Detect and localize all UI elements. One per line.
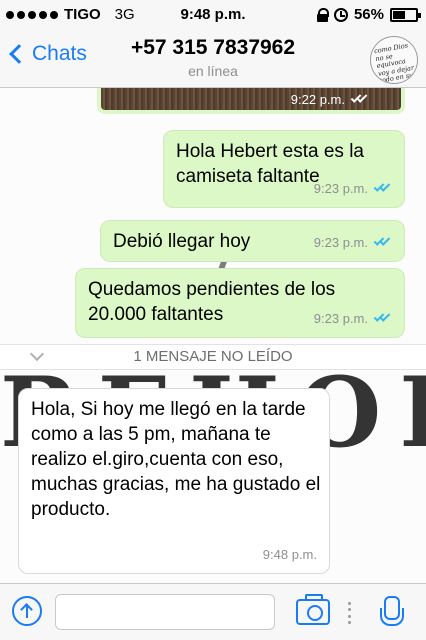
share-button[interactable] bbox=[12, 596, 42, 626]
message-input[interactable] bbox=[55, 594, 275, 630]
message-text: Debió llegar hoy bbox=[113, 231, 251, 252]
battery-icon bbox=[390, 7, 421, 22]
read-receipt-icon bbox=[373, 234, 392, 248]
chevron-down-icon[interactable] bbox=[29, 346, 45, 362]
message-time: 9:23 p.m. bbox=[313, 235, 368, 250]
message-meta: 9:23 p.m. bbox=[314, 176, 392, 201]
unread-banner-label: 1 MENSAJE NO LEÍDO bbox=[133, 348, 293, 365]
read-receipt-icon bbox=[373, 310, 392, 324]
microphone-button[interactable] bbox=[380, 596, 404, 630]
status-right: 56% bbox=[316, 6, 421, 23]
image-message[interactable]: 9:22 p.m. bbox=[97, 88, 405, 114]
outgoing-message[interactable]: Quedamos pendientes de los 20.000 faltan… bbox=[75, 268, 405, 338]
incoming-message[interactable]: Hola, Si hoy me llegó en la tarde como a… bbox=[18, 388, 330, 574]
outgoing-message[interactable]: Hola Hebert esta es la camiseta faltante… bbox=[163, 130, 405, 208]
message-meta: 9:22 p.m. bbox=[290, 91, 369, 107]
message-time: 9:48 p.m. bbox=[262, 547, 317, 562]
message-time: 9:22 p.m. bbox=[290, 92, 345, 107]
contact-name[interactable]: +57 315 7837962 bbox=[0, 36, 426, 60]
message-text: Hola, Si hoy me llegó en la tarde como a… bbox=[31, 399, 321, 520]
camera-button[interactable] bbox=[296, 594, 330, 625]
read-receipt-icon bbox=[350, 91, 369, 105]
chat-area[interactable]: REHOLA 9:22 p.m. Hola Hebert esta es la … bbox=[0, 88, 426, 583]
orientation-lock-icon bbox=[316, 7, 329, 22]
message-meta: 9:23 p.m. bbox=[314, 230, 392, 255]
chat-header: Chats +57 315 7837962 en línea como Dios… bbox=[0, 30, 426, 88]
message-time: 9:23 p.m. bbox=[313, 181, 368, 196]
input-bar bbox=[0, 583, 426, 640]
alarm-icon bbox=[333, 7, 348, 22]
battery-percent: 56% bbox=[353, 6, 384, 23]
more-icon bbox=[348, 602, 352, 624]
contact-status: en línea bbox=[188, 63, 238, 79]
avatar-text: como Dios no se equivoca voy a dejar tod… bbox=[373, 41, 418, 88]
message-time: 9:23 p.m. bbox=[313, 311, 368, 326]
outgoing-message[interactable]: Debió llegar hoy 9:23 p.m. bbox=[100, 220, 405, 262]
read-receipt-icon bbox=[373, 180, 392, 194]
message-meta: 9:23 p.m. bbox=[314, 306, 392, 331]
unread-messages-banner: 1 MENSAJE NO LEÍDO bbox=[0, 344, 426, 370]
message-meta: 9:48 p.m. bbox=[263, 542, 317, 567]
status-bar: TIGO 3G 9:48 p.m. 56% bbox=[0, 0, 426, 30]
